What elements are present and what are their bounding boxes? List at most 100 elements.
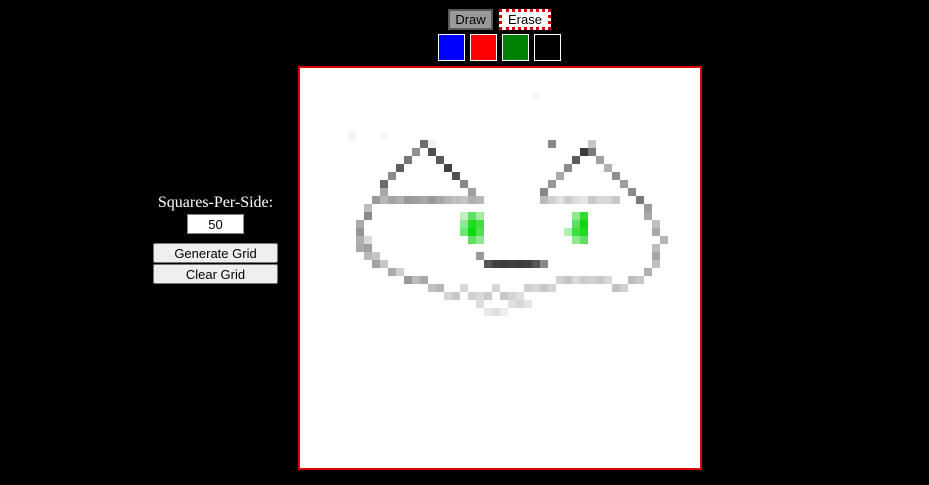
grid-cell[interactable] — [588, 276, 596, 284]
grid-cell[interactable] — [476, 292, 484, 300]
grid-cell[interactable] — [460, 228, 468, 236]
grid-cell[interactable] — [620, 284, 628, 292]
grid-cell[interactable] — [380, 132, 388, 140]
grid-cell[interactable] — [556, 172, 564, 180]
grid-cell[interactable] — [428, 140, 436, 148]
grid-cell[interactable] — [564, 196, 572, 204]
grid-cell[interactable] — [452, 292, 460, 300]
grid-cell[interactable] — [644, 212, 652, 220]
grid-cell[interactable] — [652, 228, 660, 236]
grid-cell[interactable] — [436, 284, 444, 292]
grid-cell[interactable] — [492, 260, 500, 268]
grid-cell[interactable] — [436, 196, 444, 204]
grid-cell[interactable] — [460, 180, 468, 188]
grid-cell[interactable] — [548, 180, 556, 188]
grid-cell[interactable] — [604, 164, 612, 172]
grid-cell[interactable] — [500, 308, 508, 316]
grid-cell[interactable] — [532, 92, 540, 100]
grid-cell[interactable] — [404, 156, 412, 164]
grid-cell[interactable] — [516, 260, 524, 268]
grid-cell[interactable] — [524, 260, 532, 268]
grid-cell[interactable] — [356, 228, 364, 236]
grid-cell[interactable] — [572, 236, 580, 244]
grid-cell[interactable] — [428, 284, 436, 292]
grid-cell[interactable] — [356, 236, 364, 244]
grid-cell[interactable] — [660, 236, 668, 244]
grid-cell[interactable] — [364, 204, 372, 212]
grid-cell[interactable] — [420, 196, 428, 204]
grid-cell[interactable] — [572, 156, 580, 164]
grid-cell[interactable] — [492, 284, 500, 292]
grid-cell[interactable] — [468, 228, 476, 236]
grid-cell[interactable] — [516, 300, 524, 308]
grid-cell[interactable] — [364, 236, 372, 244]
grid-cell[interactable] — [644, 268, 652, 276]
grid-cell[interactable] — [476, 228, 484, 236]
grid-cell[interactable] — [484, 260, 492, 268]
grid-cell[interactable] — [572, 196, 580, 204]
grid-cell[interactable] — [380, 180, 388, 188]
grid-cell[interactable] — [652, 252, 660, 260]
grid-cell[interactable] — [556, 276, 564, 284]
grid-cell[interactable] — [484, 308, 492, 316]
pixel-grid[interactable] — [300, 68, 700, 468]
grid-cell[interactable] — [412, 196, 420, 204]
grid-cell[interactable] — [508, 292, 516, 300]
grid-cell[interactable] — [612, 172, 620, 180]
grid-cell[interactable] — [540, 284, 548, 292]
grid-cell[interactable] — [476, 220, 484, 228]
grid-cell[interactable] — [580, 212, 588, 220]
grid-cell[interactable] — [596, 276, 604, 284]
grid-cell[interactable] — [436, 156, 444, 164]
grid-cell[interactable] — [412, 276, 420, 284]
grid-cell[interactable] — [524, 300, 532, 308]
grid-cell[interactable] — [476, 236, 484, 244]
grid-cell[interactable] — [508, 260, 516, 268]
grid-cell[interactable] — [548, 284, 556, 292]
grid-cell[interactable] — [548, 196, 556, 204]
grid-cell[interactable] — [476, 212, 484, 220]
color-swatch-green[interactable] — [502, 34, 529, 61]
grid-cell[interactable] — [452, 196, 460, 204]
grid-cell[interactable] — [380, 196, 388, 204]
grid-cell[interactable] — [364, 244, 372, 252]
grid-cell[interactable] — [588, 140, 596, 148]
grid-cell[interactable] — [588, 148, 596, 156]
clear-grid-button[interactable]: Clear Grid — [153, 264, 278, 284]
grid-cell[interactable] — [476, 300, 484, 308]
grid-cell[interactable] — [612, 196, 620, 204]
grid-cell[interactable] — [508, 300, 516, 308]
grid-cell[interactable] — [348, 132, 356, 140]
erase-button[interactable]: Erase — [499, 9, 551, 30]
grid-cell[interactable] — [452, 172, 460, 180]
grid-cell[interactable] — [444, 196, 452, 204]
draw-button[interactable]: Draw — [448, 9, 493, 30]
grid-cell[interactable] — [356, 244, 364, 252]
grid-cell[interactable] — [460, 196, 468, 204]
grid-cell[interactable] — [556, 196, 564, 204]
grid-cell[interactable] — [372, 196, 380, 204]
grid-cell[interactable] — [636, 196, 644, 204]
grid-cell[interactable] — [548, 140, 556, 148]
grid-cell[interactable] — [468, 236, 476, 244]
grid-cell[interactable] — [572, 276, 580, 284]
grid-cell[interactable] — [580, 196, 588, 204]
grid-cell[interactable] — [404, 196, 412, 204]
grid-cell[interactable] — [524, 284, 532, 292]
grid-cell[interactable] — [468, 212, 476, 220]
grid-cell[interactable] — [388, 172, 396, 180]
grid-cell[interactable] — [572, 228, 580, 236]
grid-cell[interactable] — [580, 236, 588, 244]
grid-cell[interactable] — [564, 276, 572, 284]
color-swatch-black[interactable] — [534, 34, 561, 61]
grid-cell[interactable] — [500, 292, 508, 300]
grid-cell[interactable] — [444, 164, 452, 172]
grid-cell[interactable] — [564, 228, 572, 236]
grid-cell[interactable] — [620, 180, 628, 188]
color-swatch-blue[interactable] — [438, 34, 465, 61]
grid-cell[interactable] — [532, 284, 540, 292]
grid-cell[interactable] — [356, 220, 364, 228]
grid-cell[interactable] — [572, 220, 580, 228]
grid-cell[interactable] — [644, 204, 652, 212]
grid-cell[interactable] — [588, 196, 596, 204]
